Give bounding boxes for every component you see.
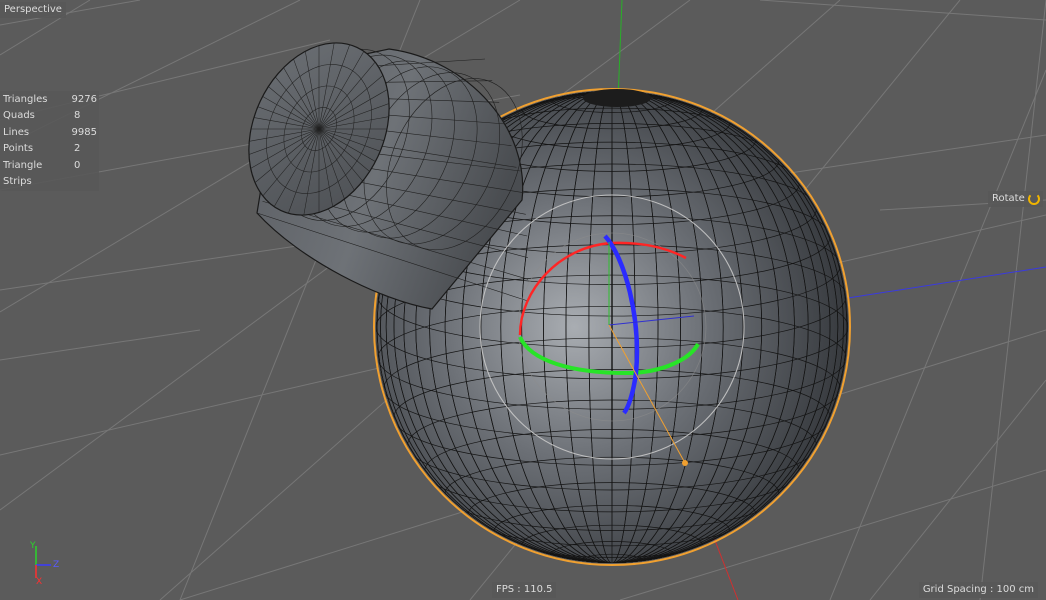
rotate-tool-indicator: Rotate <box>988 191 1043 207</box>
grid-line <box>829 69 1046 600</box>
axis-indicator: Y Z X <box>29 541 59 587</box>
stat-row: Triangle Strips 0 <box>3 158 99 191</box>
stat-row: Quads 8 <box>3 108 99 124</box>
world-y-axis-line <box>617 0 623 101</box>
stat-label: Triangles <box>3 94 48 105</box>
stat-label: Quads <box>3 110 35 122</box>
grid-line <box>869 379 1046 600</box>
stat-label: Points <box>3 143 34 155</box>
stat-value: 2 <box>74 143 81 155</box>
grid-line <box>0 329 201 361</box>
grid-line <box>759 0 1046 21</box>
axis-x-letter: X <box>36 577 42 587</box>
stat-value: 0 <box>74 159 81 171</box>
viewport-camera-label[interactable]: Perspective <box>0 2 66 18</box>
stat-value: 8 <box>74 110 81 122</box>
stat-value: 9276 <box>71 94 97 105</box>
scene-stats-panel: Triangles 9276 Quads 8 Lines 9985 Points 2 Trian… <box>0 91 99 192</box>
stat-label: Lines <box>3 126 30 138</box>
stat-row: Triangles 9276 <box>3 92 99 108</box>
stat-value: 9985 <box>71 126 97 138</box>
viewport-canvas[interactable]: Y Z X <box>0 0 1046 600</box>
rotate-tool-label: Rotate <box>992 193 1025 204</box>
axis-z-letter: Z <box>53 560 59 570</box>
fps-readout: FPS : 110.5 <box>492 582 557 598</box>
world-z-axis-line <box>847 266 1046 299</box>
axis-y-letter: Y <box>29 541 36 551</box>
stat-label: Triangle Strips <box>3 159 43 188</box>
stat-row: Points 2 <box>3 141 99 157</box>
stat-row: Lines 9985 <box>3 125 99 141</box>
rotate-icon <box>1027 193 1040 205</box>
grid-spacing-readout: Grid Spacing : 100 cm <box>918 582 1038 598</box>
rotate-gizmo-handle[interactable] <box>682 460 688 466</box>
3d-viewport[interactable]: Y Z X Perspective Triangles 9276 Quads 8 Lin… <box>0 0 1046 600</box>
grid-line <box>979 0 1046 600</box>
